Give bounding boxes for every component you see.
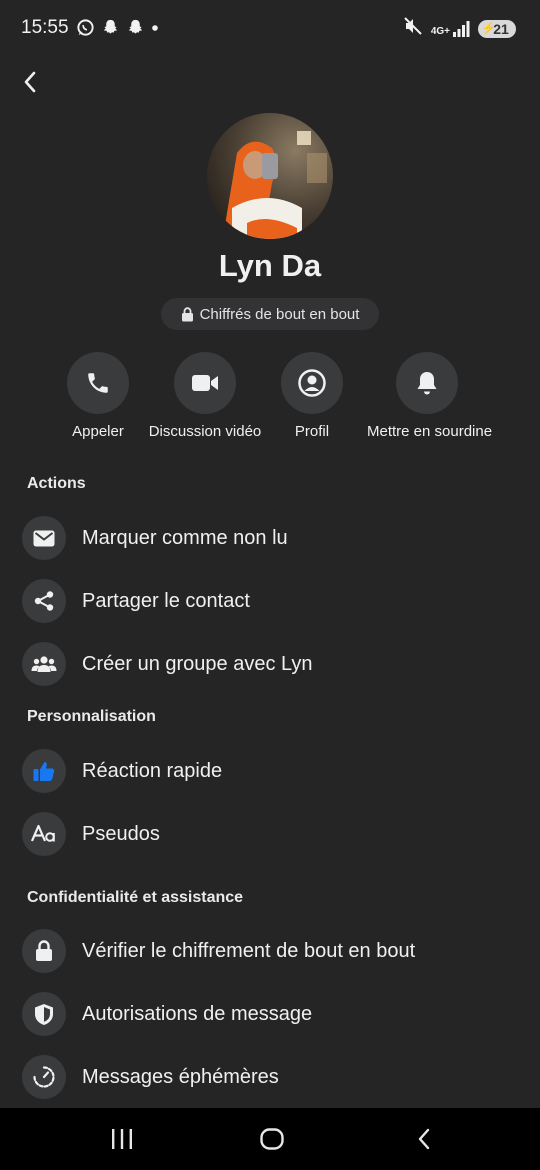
chevron-left-icon [24,71,36,93]
disappearing-messages-label: Messages éphémères [82,1065,279,1088]
recent-apps-icon [112,1129,132,1149]
nicknames-item[interactable]: Pseudos [22,809,522,859]
back-button[interactable] [14,64,46,100]
network-icon: 4G+ [430,20,470,37]
share-contact-label: Partager le contact [82,589,250,612]
share-contact-item[interactable]: Partager le contact [22,576,522,626]
lock-icon [181,306,193,321]
battery-icon: ⚡ 21 [478,19,516,38]
message-permissions-item[interactable]: Autorisations de message [22,989,522,1039]
quick-reaction-item[interactable]: Réaction rapide [22,746,522,796]
group-icon [22,642,66,686]
contact-name: Lyn Da [218,248,322,283]
message-permissions-label: Autorisations de message [82,1002,313,1025]
video-camera-icon [174,352,236,414]
status-time: 15:55 [21,17,69,38]
mark-unread-label: Marquer comme non lu [82,526,288,549]
muted-icon [403,17,423,40]
timer-icon [22,1055,66,1099]
profile-label: Profil [294,423,330,440]
recent-apps-button[interactable] [92,1122,152,1156]
notification-dot-icon [151,18,159,42]
notification-icons [76,18,159,42]
font-aa-icon [22,812,66,856]
snapchat-icon [126,18,145,42]
call-button[interactable]: Appeler [38,352,158,440]
quick-reaction-label: Réaction rapide [82,759,223,782]
section-title-personalisation: Personnalisation [27,708,156,725]
verify-encryption-label: Vérifier le chiffrement de bout en bout [82,939,416,962]
section-title-actions: Actions [27,475,86,492]
verify-encryption-item[interactable]: Vérifier le chiffrement de bout en bout [22,926,522,976]
profile-button[interactable]: Profil [252,352,372,440]
network-type: 4G+ [430,25,450,37]
share-icon [22,579,66,623]
system-status: 4G+ ⚡ 21 [403,17,516,40]
mark-unread-item[interactable]: Marquer comme non lu [22,513,522,563]
home-icon [260,1128,284,1150]
video-call-button[interactable]: Discussion vidéo [145,352,265,440]
status-bar: 15:55 4G+ ⚡ 21 [0,0,540,56]
envelope-icon [22,516,66,560]
section-title-privacy: Confidentialité et assistance [27,889,244,906]
profile-icon [281,352,343,414]
snapchat-icon [101,18,120,42]
mute-label: Mettre en sourdine [367,423,493,440]
create-group-label: Créer un groupe avec Lyn [82,652,313,675]
back-arrow-icon [418,1128,430,1150]
phone-icon [67,352,129,414]
system-nav-bar [0,1108,540,1170]
encryption-badge[interactable]: Chiffrés de bout en bout [161,298,379,330]
thumbs-up-icon [22,749,66,793]
encryption-label: Chiffrés de bout en bout [199,305,360,323]
mute-button[interactable]: Mettre en sourdine [367,352,493,440]
video-call-label: Discussion vidéo [148,423,262,440]
nicknames-label: Pseudos [82,822,160,845]
whatsapp-icon [76,18,95,42]
bell-icon [396,352,458,414]
create-group-item[interactable]: Créer un groupe avec Lyn [22,639,522,689]
system-back-button[interactable] [394,1122,454,1156]
avatar[interactable] [207,113,333,239]
home-button[interactable] [242,1122,302,1156]
call-label: Appeler [72,423,124,440]
lock-icon [22,929,66,973]
disappearing-messages-item[interactable]: Messages éphémères [22,1052,522,1102]
shield-icon [22,992,66,1036]
